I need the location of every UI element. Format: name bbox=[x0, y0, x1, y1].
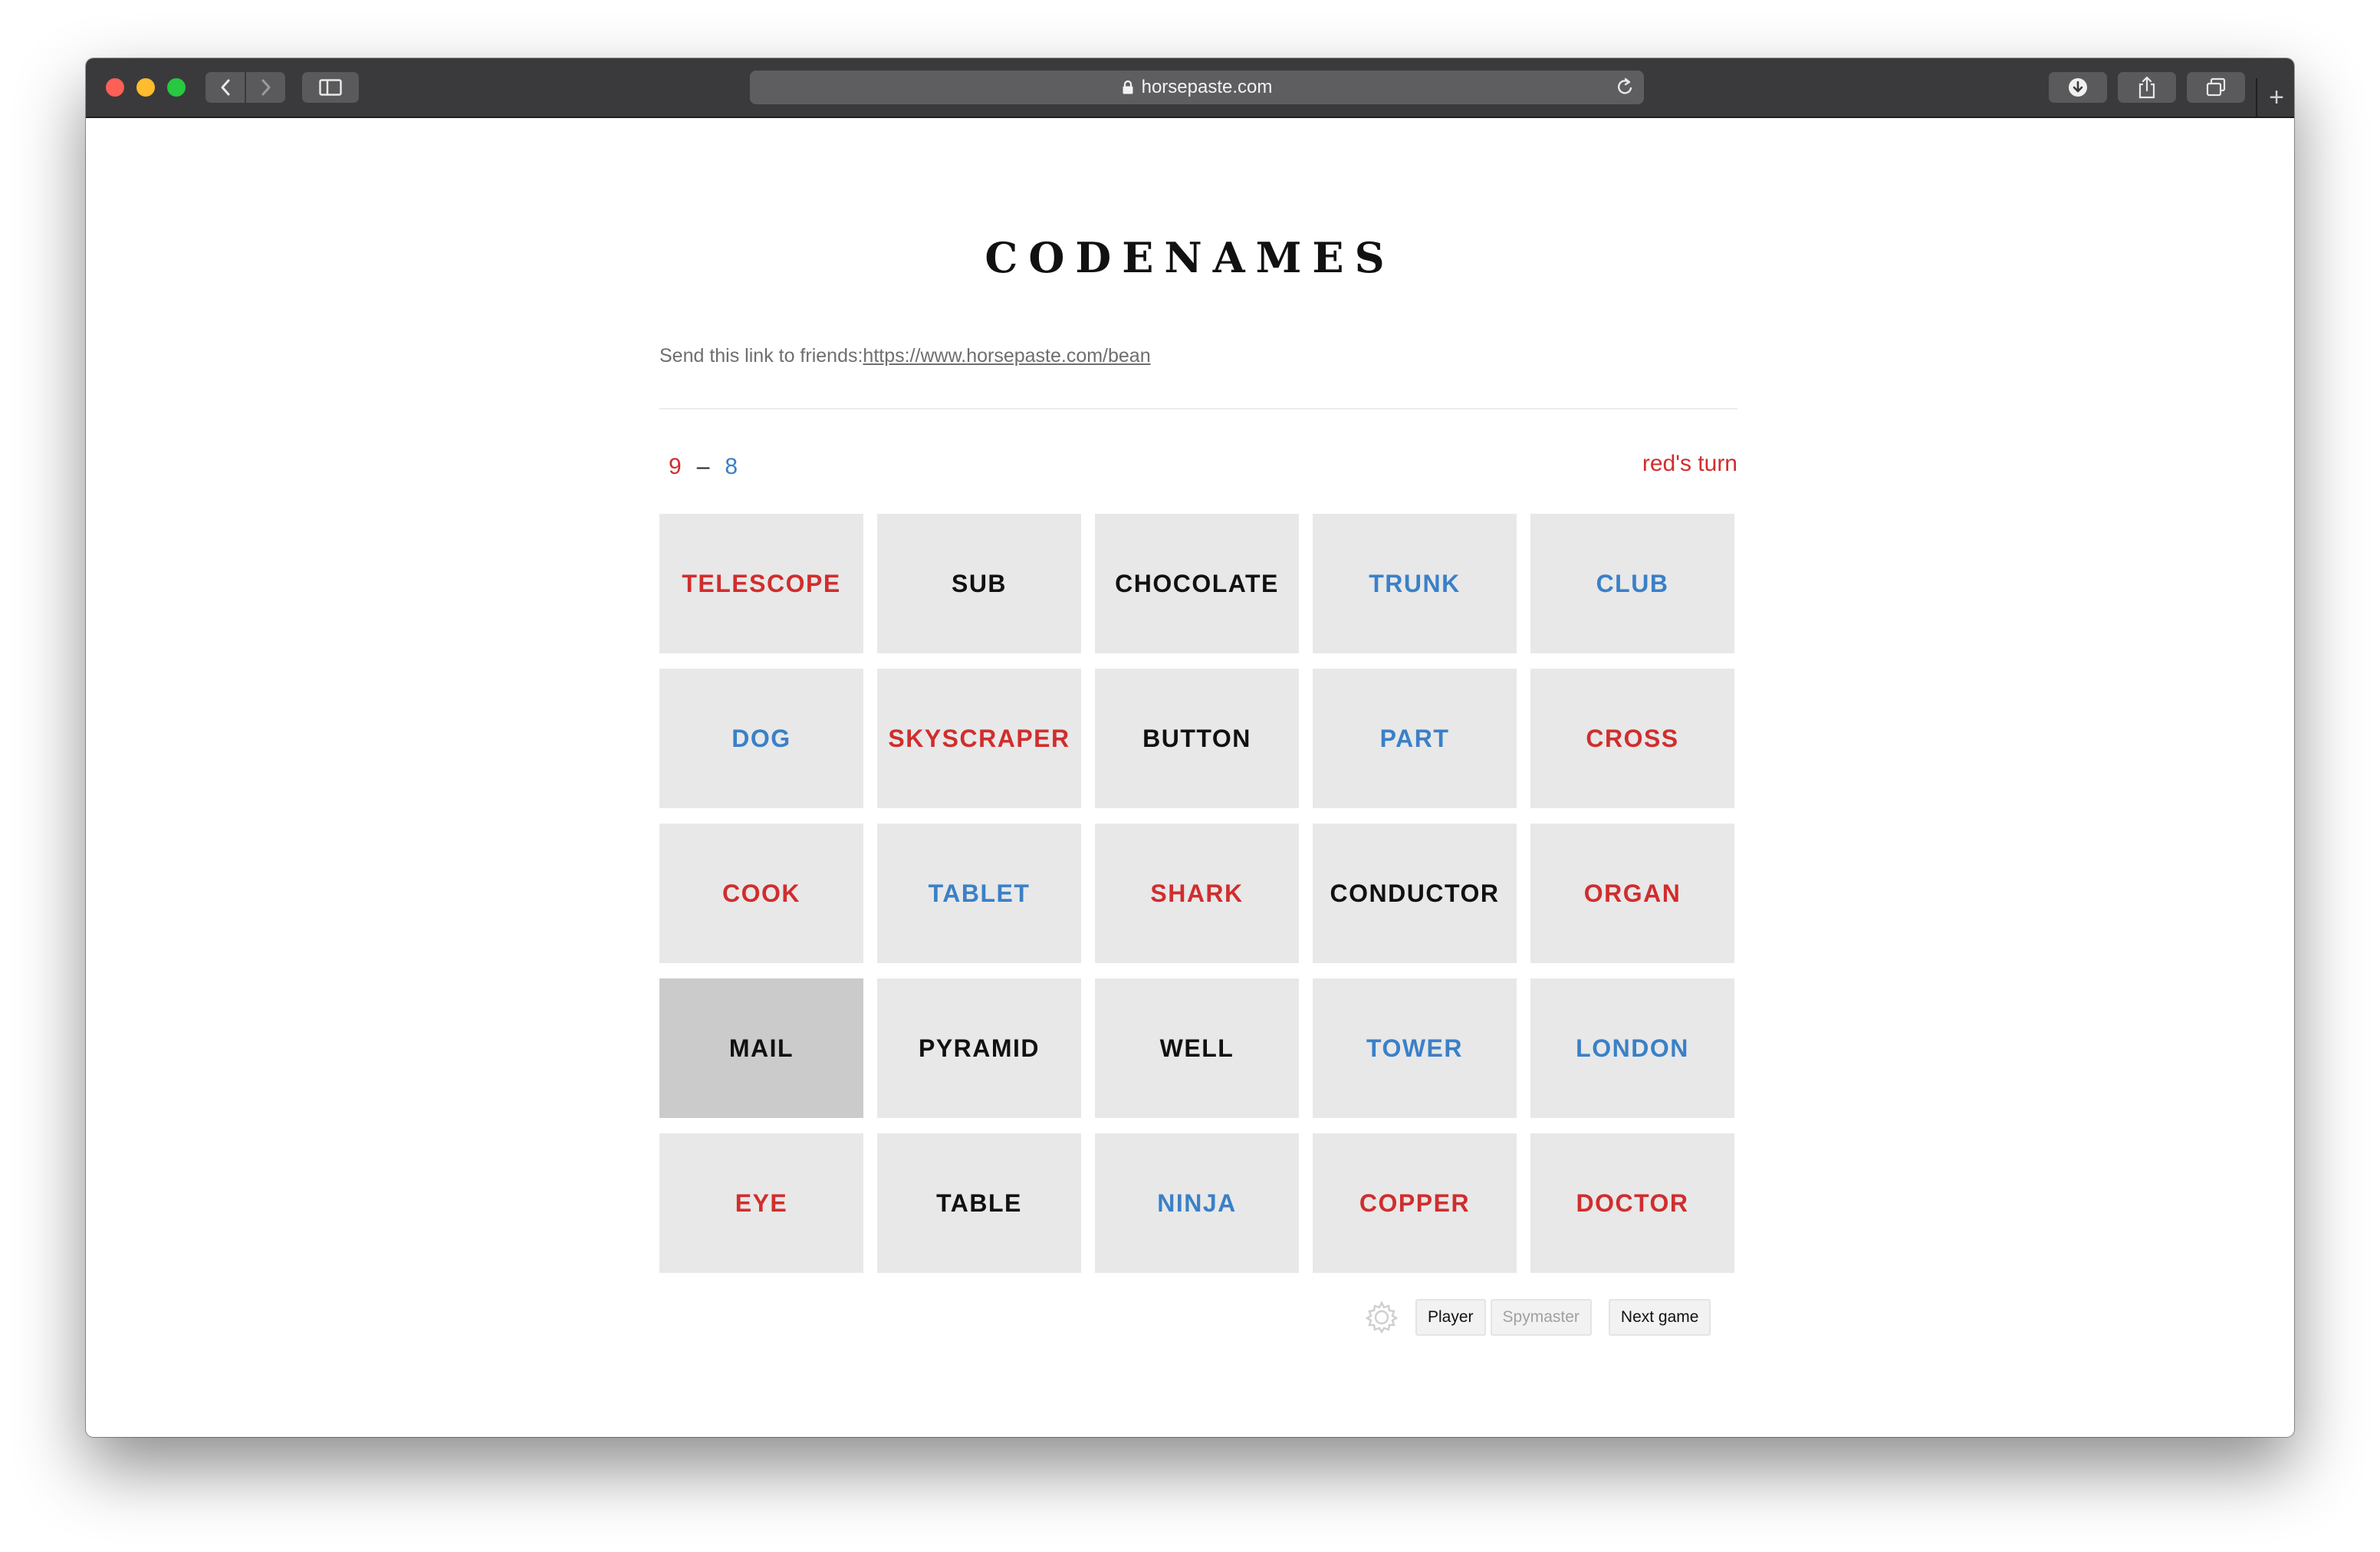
tab-overview-button[interactable] bbox=[2187, 72, 2245, 103]
word-card[interactable]: TABLET bbox=[877, 824, 1081, 963]
blue-score: 8 bbox=[725, 454, 738, 479]
word-card[interactable]: COPPER bbox=[1313, 1133, 1517, 1273]
word-card[interactable]: NINJA bbox=[1095, 1133, 1299, 1273]
download-icon bbox=[2069, 78, 2087, 97]
word-card[interactable]: PYRAMID bbox=[877, 978, 1081, 1118]
history-navigation bbox=[205, 72, 285, 103]
downloads-button[interactable] bbox=[2049, 72, 2107, 103]
reload-icon bbox=[1617, 77, 1632, 94]
word-card[interactable]: EYE bbox=[659, 1133, 863, 1273]
share-prefix: Send this link to friends: bbox=[659, 345, 863, 367]
word-card[interactable]: LONDON bbox=[1530, 978, 1734, 1118]
word-card[interactable]: TOWER bbox=[1313, 978, 1517, 1118]
minimize-window-button[interactable] bbox=[136, 78, 155, 97]
page-content: CODENAMES Send this link to friends:http… bbox=[86, 118, 2294, 1437]
word-card[interactable]: TABLE bbox=[877, 1133, 1081, 1273]
browser-window: horsepaste.com + CODENAMES Send this lin… bbox=[86, 58, 2294, 1437]
page-title: CODENAMES bbox=[985, 233, 1395, 282]
word-card[interactable]: WELL bbox=[1095, 978, 1299, 1118]
zoom-window-button[interactable] bbox=[167, 78, 186, 97]
url-text: horsepaste.com bbox=[1141, 77, 1273, 97]
forward-button[interactable] bbox=[245, 72, 285, 103]
browser-toolbar: horsepaste.com + bbox=[86, 58, 2294, 118]
word-card[interactable]: PART bbox=[1313, 669, 1517, 808]
chevron-right-icon bbox=[261, 79, 270, 96]
word-card[interactable]: CONDUCTOR bbox=[1313, 824, 1517, 963]
spymaster-role-button[interactable]: Spymaster bbox=[1490, 1299, 1592, 1336]
address-bar[interactable]: horsepaste.com bbox=[750, 71, 1644, 104]
share-button[interactable] bbox=[2118, 72, 2176, 103]
score-separator: – bbox=[696, 454, 710, 479]
word-card[interactable]: DOG bbox=[659, 669, 863, 808]
share-link-row: Send this link to friends:https://www.ho… bbox=[659, 345, 1151, 367]
share-link[interactable]: https://www.horsepaste.com/bean bbox=[863, 345, 1150, 367]
game-board: TELESCOPE SUB CHOCOLATE TRUNK CLUB DOG SKYSCRA… bbox=[659, 514, 1744, 1273]
word-card[interactable]: MAIL bbox=[659, 978, 863, 1118]
sidebar-toggle-button[interactable] bbox=[302, 72, 359, 103]
new-tab-button[interactable]: + bbox=[2256, 78, 2294, 117]
word-card[interactable]: BUTTON bbox=[1095, 669, 1299, 808]
reload-button[interactable] bbox=[1615, 77, 1635, 104]
game-controls: Player Spymaster Next game bbox=[1362, 1297, 1711, 1337]
red-score: 9 bbox=[669, 454, 682, 479]
word-card[interactable]: SUB bbox=[877, 514, 1081, 653]
word-card[interactable]: DOCTOR bbox=[1530, 1133, 1734, 1273]
word-card[interactable]: TELESCOPE bbox=[659, 514, 863, 653]
word-card[interactable]: COOK bbox=[659, 824, 863, 963]
gear-icon[interactable] bbox=[1362, 1297, 1402, 1337]
share-icon bbox=[2138, 76, 2155, 99]
plus-icon: + bbox=[2269, 83, 2284, 112]
word-card[interactable]: SKYSCRAPER bbox=[877, 669, 1081, 808]
tabs-icon bbox=[2206, 77, 2226, 97]
word-card[interactable]: TRUNK bbox=[1313, 514, 1517, 653]
score: 9 – 8 bbox=[659, 454, 738, 480]
sidebar-icon bbox=[319, 79, 342, 96]
word-card[interactable]: CROSS bbox=[1530, 669, 1734, 808]
close-window-button[interactable] bbox=[106, 78, 124, 97]
divider bbox=[659, 408, 1737, 409]
word-card[interactable]: SHARK bbox=[1095, 824, 1299, 963]
turn-indicator: red's turn bbox=[1642, 451, 1737, 476]
word-card[interactable]: ORGAN bbox=[1530, 824, 1734, 963]
word-card[interactable]: CHOCOLATE bbox=[1095, 514, 1299, 653]
lock-icon bbox=[1122, 80, 1134, 95]
chevron-left-icon bbox=[221, 79, 229, 96]
next-game-button[interactable]: Next game bbox=[1608, 1299, 1711, 1336]
word-card[interactable]: CLUB bbox=[1530, 514, 1734, 653]
back-button[interactable] bbox=[205, 72, 245, 103]
player-role-button[interactable]: Player bbox=[1415, 1299, 1486, 1336]
